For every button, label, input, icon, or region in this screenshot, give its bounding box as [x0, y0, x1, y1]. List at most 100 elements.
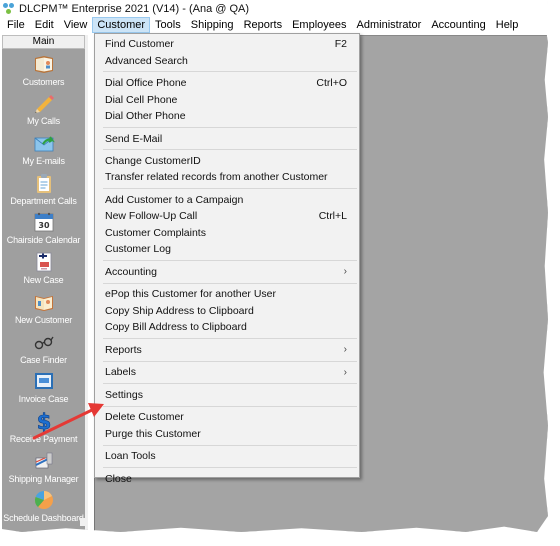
- network-nodes-icon: [3, 2, 15, 15]
- menu-item-new-follow-up-call[interactable]: New Follow-Up Call Ctrl+L: [95, 208, 359, 224]
- sidebar-item-case-finder[interactable]: Case Finder: [2, 327, 85, 367]
- sidebar-item-new-case[interactable]: New Case: [2, 247, 85, 287]
- sidebar-item-department-calls[interactable]: Department Calls: [2, 168, 85, 208]
- menu-item-label: Change CustomerID: [105, 155, 201, 168]
- menu-separator: [103, 126, 357, 128]
- glasses-icon: [33, 331, 55, 353]
- title-bar: DLCPM™ Enterprise 2021 (V14) - (Ana @ QA…: [0, 0, 548, 17]
- menu-item-customer-complaints[interactable]: Customer Complaints: [95, 225, 359, 241]
- menu-help[interactable]: Help: [491, 17, 524, 33]
- chevron-right-icon: ›: [343, 344, 347, 356]
- menu-item-label: Close: [105, 473, 132, 486]
- menu-item-accounting[interactable]: Accounting ›: [95, 264, 359, 280]
- dollar-icon: $: [33, 410, 55, 435]
- app-window: DLCPM™ Enterprise 2021 (V14) - (Ana @ QA…: [0, 0, 548, 532]
- sidebar-scroll-corner: [80, 518, 88, 526]
- menu-separator: [103, 282, 357, 284]
- sidebar-item-schedule-dashboard[interactable]: Schedule Dashboard: [2, 486, 85, 526]
- menu-item-label: Advanced Search: [105, 54, 188, 67]
- sidebar-item-customers[interactable]: Customers: [2, 49, 85, 89]
- invoice-icon: [33, 370, 55, 392]
- menu-item-add-customer-to-a-campaign[interactable]: Add Customer to a Campaign: [95, 192, 359, 208]
- calendar-icon: 30: [33, 211, 55, 233]
- menu-shipping[interactable]: Shipping: [186, 17, 239, 33]
- sidebar-item-shipping-manager[interactable]: Shipping Manager: [2, 446, 85, 486]
- menu-item-delete-customer[interactable]: Delete Customer: [95, 409, 359, 425]
- menu-item-label: ePop this Customer for another User: [105, 288, 276, 301]
- sidebar-item-new-customer[interactable]: New Customer: [2, 287, 85, 327]
- menu-item-reports[interactable]: Reports ›: [95, 342, 359, 358]
- menu-reports[interactable]: Reports: [239, 17, 288, 33]
- menu-item-send-e-mail[interactable]: Send E-Mail: [95, 130, 359, 146]
- sidebar-item-invoice-case[interactable]: Invoice Case: [2, 367, 85, 407]
- menu-item-change-customerid[interactable]: Change CustomerID: [95, 153, 359, 169]
- menu-item-label: Send E-Mail: [105, 132, 163, 145]
- clipboard-icon: [33, 172, 55, 194]
- menu-item-copy-bill-address-to-clipboard[interactable]: Copy Bill Address to Clipboard: [95, 319, 359, 335]
- menu-employees[interactable]: Employees: [287, 17, 351, 33]
- sidebar-header[interactable]: Main: [2, 35, 85, 49]
- envelope-icon: [33, 132, 55, 154]
- menu-item-copy-ship-address-to-clipboard[interactable]: Copy Ship Address to Clipboard: [95, 303, 359, 319]
- shortcut-hint: F2: [334, 38, 347, 51]
- menu-item-label: Dial Office Phone: [105, 77, 187, 90]
- menu-separator: [103, 149, 357, 151]
- menu-separator: [103, 71, 357, 73]
- menu-item-find-customer[interactable]: Find Customer F2: [95, 36, 359, 52]
- sidebar-item-label: Receive Payment: [9, 433, 78, 444]
- sidebar-item-label: New Customer: [14, 314, 73, 325]
- shortcut-hint: Ctrl+O: [316, 77, 347, 90]
- menu-separator: [103, 444, 357, 446]
- menu-item-label: Add Customer to a Campaign: [105, 194, 244, 207]
- menu-item-label: Accounting: [105, 265, 157, 278]
- chevron-right-icon: ›: [343, 366, 347, 378]
- menu-edit[interactable]: Edit: [30, 17, 59, 33]
- menu-item-label: Find Customer: [105, 38, 174, 51]
- menu-item-label: Dial Cell Phone: [105, 93, 178, 106]
- menu-item-label: Copy Ship Address to Clipboard: [105, 304, 254, 317]
- menu-item-epop-this-customer-for-another-user[interactable]: ePop this Customer for another User: [95, 286, 359, 302]
- menu-separator: [103, 337, 357, 339]
- menu-item-dial-office-phone[interactable]: Dial Office Phone Ctrl+O: [95, 75, 359, 91]
- menu-item-label: Loan Tools: [105, 450, 156, 463]
- menu-accounting[interactable]: Accounting: [426, 17, 490, 33]
- menu-item-dial-cell-phone[interactable]: Dial Cell Phone: [95, 91, 359, 107]
- menu-item-purge-this-customer[interactable]: Purge this Customer: [95, 426, 359, 442]
- menu-item-transfer-related-records-from-another-customer[interactable]: Transfer related records from another Cu…: [95, 169, 359, 185]
- menu-file[interactable]: File: [2, 17, 30, 33]
- menu-item-advanced-search[interactable]: Advanced Search: [95, 52, 359, 68]
- menu-item-customer-log[interactable]: Customer Log: [95, 241, 359, 257]
- menu-item-settings[interactable]: Settings: [95, 387, 359, 403]
- sidebar-item-receive-payment[interactable]: $ Receive Payment: [2, 406, 85, 446]
- menu-separator: [103, 188, 357, 190]
- chevron-right-icon: ›: [343, 266, 347, 278]
- sidebar-item-label: My E-mails: [22, 156, 65, 167]
- window-title: DLCPM™ Enterprise 2021 (V14) - (Ana @ QA…: [19, 2, 250, 15]
- menu-customer[interactable]: Customer: [92, 17, 151, 33]
- sidebar-item-chairside-calendar[interactable]: 30 Chairside Calendar: [2, 208, 85, 248]
- menu-item-label: Reports: [105, 343, 142, 356]
- svg-text:$: $: [36, 410, 51, 432]
- menu-item-dial-other-phone[interactable]: Dial Other Phone: [95, 108, 359, 124]
- menu-separator: [103, 405, 357, 407]
- menu-item-loan-tools[interactable]: Loan Tools: [95, 448, 359, 464]
- new-document-icon: [33, 251, 55, 273]
- menu-item-label: Labels: [105, 366, 136, 379]
- menu-item-label: Dial Other Phone: [105, 109, 186, 122]
- sidebar-item-label: Customers: [22, 76, 65, 87]
- menu-tools[interactable]: Tools: [150, 17, 186, 33]
- menu-administrator[interactable]: Administrator: [352, 17, 427, 33]
- pencil-icon: [33, 92, 55, 114]
- sidebar-item-label: Schedule Dashboard: [3, 513, 84, 524]
- sidebar-item-my-calls[interactable]: My Calls: [2, 89, 85, 129]
- menu-view[interactable]: View: [59, 17, 93, 33]
- menu-item-close[interactable]: Close: [95, 471, 359, 487]
- menu-item-label: Copy Bill Address to Clipboard: [105, 321, 247, 334]
- menu-item-labels[interactable]: Labels ›: [95, 364, 359, 380]
- sidebar-item-my-e-mails[interactable]: My E-mails: [2, 128, 85, 168]
- menu-bar: File Edit View Customer Tools Shipping Reports…: [0, 17, 548, 33]
- customer-menu-dropdown: Find Customer F2 Advanced Search Dial Offic…: [94, 33, 360, 485]
- menu-separator: [103, 360, 357, 362]
- sidebar-item-label: Invoice Case: [18, 394, 69, 405]
- sidebar-item-label: Chairside Calendar: [6, 235, 81, 246]
